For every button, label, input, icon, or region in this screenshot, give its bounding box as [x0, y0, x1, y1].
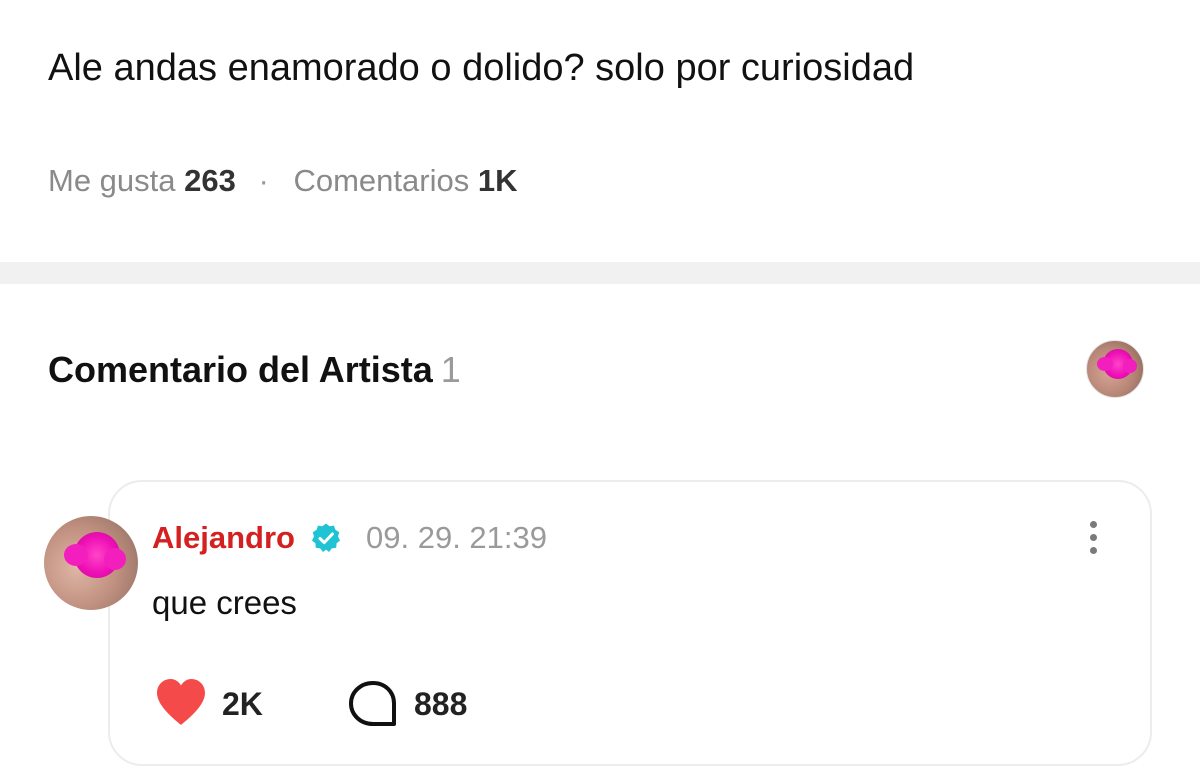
comments-stat[interactable]: Comentarios 1K [293, 163, 517, 198]
heart-icon[interactable] [154, 676, 208, 728]
stats-separator: · [258, 163, 269, 198]
comment-author[interactable]: Alejandro [152, 518, 295, 558]
artist-avatar-small[interactable] [1086, 340, 1144, 398]
flower-image [1097, 349, 1137, 379]
verified-badge-icon [312, 523, 340, 552]
comments-label: Comentarios [293, 163, 470, 198]
like-count: 2K [222, 686, 263, 722]
section-divider [0, 262, 1200, 284]
comments-count: 1K [477, 163, 518, 198]
post-text: Ale andas enamorado o dolido? solo por c… [48, 47, 915, 89]
section-title-count: 1 [440, 349, 461, 390]
more-vertical-icon[interactable] [1080, 518, 1106, 560]
section-title-text: Comentario del Artista [48, 349, 433, 390]
reply-count: 888 [414, 686, 468, 722]
likes-stat[interactable]: Me gusta 263 [48, 163, 245, 198]
flower-image [64, 532, 126, 578]
post-stats: Me gusta 263 · Comentarios 1K [48, 162, 517, 200]
commenter-avatar[interactable] [44, 516, 138, 610]
likes-label: Me gusta [48, 163, 176, 198]
artist-comment-section-title: Comentario del Artista 1 [48, 348, 461, 392]
comment-timestamp: 09. 29. 21:39 [366, 520, 547, 555]
likes-count: 263 [184, 163, 236, 198]
speech-bubble-icon[interactable] [348, 680, 398, 728]
comment-text: que crees [152, 584, 297, 621]
